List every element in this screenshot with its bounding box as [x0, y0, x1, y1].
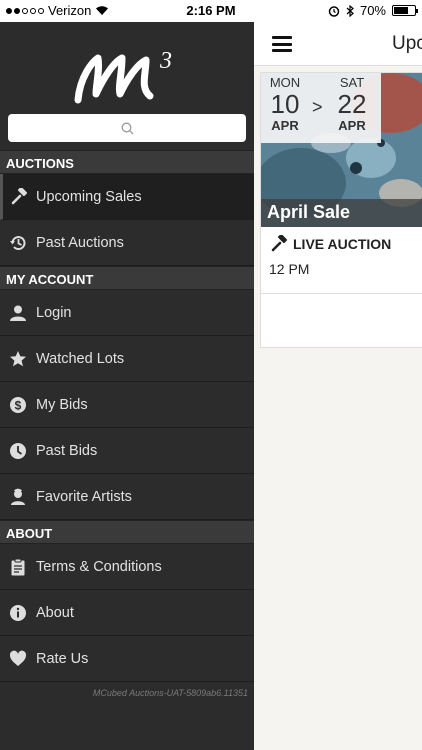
- artist-icon: [0, 488, 36, 506]
- clipboard-icon: [0, 558, 36, 576]
- drawer-item-label: Past Bids: [36, 442, 98, 459]
- battery-icon: [392, 5, 418, 16]
- drawer-item-label: Favorite Artists: [36, 488, 132, 505]
- gavel-icon: [3, 187, 36, 206]
- status-bar: Verizon 2:16 PM 70%: [0, 0, 422, 22]
- drawer-item-label: About: [36, 604, 74, 621]
- end-day: 22: [337, 89, 367, 119]
- star-icon: [0, 350, 36, 368]
- main-content: Upcoming Sales MON 10 APR >: [254, 22, 422, 750]
- drawer-item-label: Login: [36, 304, 72, 321]
- sale-name: April Sale: [261, 199, 422, 227]
- status-right: 70%: [328, 3, 418, 18]
- gavel-icon: [271, 235, 288, 252]
- battery-fill: [394, 7, 408, 14]
- top-bar: Upcoming Sales: [254, 22, 422, 66]
- range-arrow: >: [312, 97, 323, 117]
- svg-text:3: 3: [159, 48, 172, 74]
- start-day: 10: [270, 89, 300, 119]
- sale-card[interactable]: MON 10 APR > SAT 22 APR April Sale LIVE …: [260, 72, 422, 348]
- user-icon: [0, 304, 36, 322]
- clock-icon: [0, 442, 36, 460]
- drawer-item-login[interactable]: Login: [0, 290, 254, 336]
- drawer-item-label: Upcoming Sales: [36, 188, 142, 205]
- drawer-item-label: Rate Us: [36, 650, 89, 667]
- section-my-account: MY ACCOUNT: [0, 266, 254, 290]
- search-icon: [121, 122, 133, 134]
- page-title: Upcoming Sales: [392, 33, 422, 54]
- drawer-item-label: Watched Lots: [36, 350, 125, 367]
- section-about: ABOUT: [0, 520, 254, 544]
- info-icon: [0, 604, 36, 622]
- alarm-icon: [328, 5, 340, 17]
- drawer-item-upcoming-sales[interactable]: Upcoming Sales: [0, 174, 254, 220]
- card-divider: [261, 293, 422, 294]
- drawer-item-my-bids[interactable]: $ My Bids: [0, 382, 254, 428]
- end-month: APR: [338, 118, 366, 133]
- side-drawer: 3 AUCTIONS Upcoming Sales Past Auctions …: [0, 22, 254, 750]
- app-logo: 3: [0, 22, 254, 112]
- drawer-item-past-bids[interactable]: Past Bids: [0, 428, 254, 474]
- battery-percent: 70%: [359, 3, 386, 18]
- drawer-item-about[interactable]: About: [0, 590, 254, 636]
- section-auctions: AUCTIONS: [0, 150, 254, 174]
- svg-text:$: $: [15, 398, 22, 412]
- drawer-item-label: Past Auctions: [36, 234, 124, 251]
- sale-type-label: LIVE AUCTION: [293, 236, 392, 252]
- bluetooth-icon: [346, 4, 354, 17]
- history-icon: [0, 234, 36, 252]
- menu-icon[interactable]: [272, 36, 292, 52]
- start-date: MON 10 APR: [263, 75, 307, 133]
- dollar-icon: $: [0, 396, 36, 414]
- end-dow: SAT: [339, 75, 365, 90]
- sale-type: LIVE AUCTION: [271, 235, 391, 253]
- start-dow: MON: [269, 75, 301, 90]
- heart-icon: [0, 650, 36, 668]
- sale-image: MON 10 APR > SAT 22 APR April Sale: [261, 73, 422, 227]
- app-version: MCubed Auctions-UAT-5809ab6.11351: [92, 688, 248, 698]
- drawer-item-watched-lots[interactable]: Watched Lots: [0, 336, 254, 382]
- drawer-item-rate-us[interactable]: Rate Us: [0, 636, 254, 682]
- sale-time: 12 PM: [269, 261, 310, 277]
- date-range: MON 10 APR > SAT 22 APR: [261, 73, 381, 143]
- end-date: SAT 22 APR: [330, 75, 374, 133]
- drawer-item-past-auctions[interactable]: Past Auctions: [0, 220, 254, 266]
- drawer-item-favorite-artists[interactable]: Favorite Artists: [0, 474, 254, 520]
- start-month: APR: [271, 118, 299, 133]
- search-input[interactable]: [8, 114, 246, 142]
- drawer-item-label: Terms & Conditions: [36, 558, 162, 575]
- drawer-item-label: My Bids: [36, 396, 88, 413]
- drawer-item-terms[interactable]: Terms & Conditions: [0, 544, 254, 590]
